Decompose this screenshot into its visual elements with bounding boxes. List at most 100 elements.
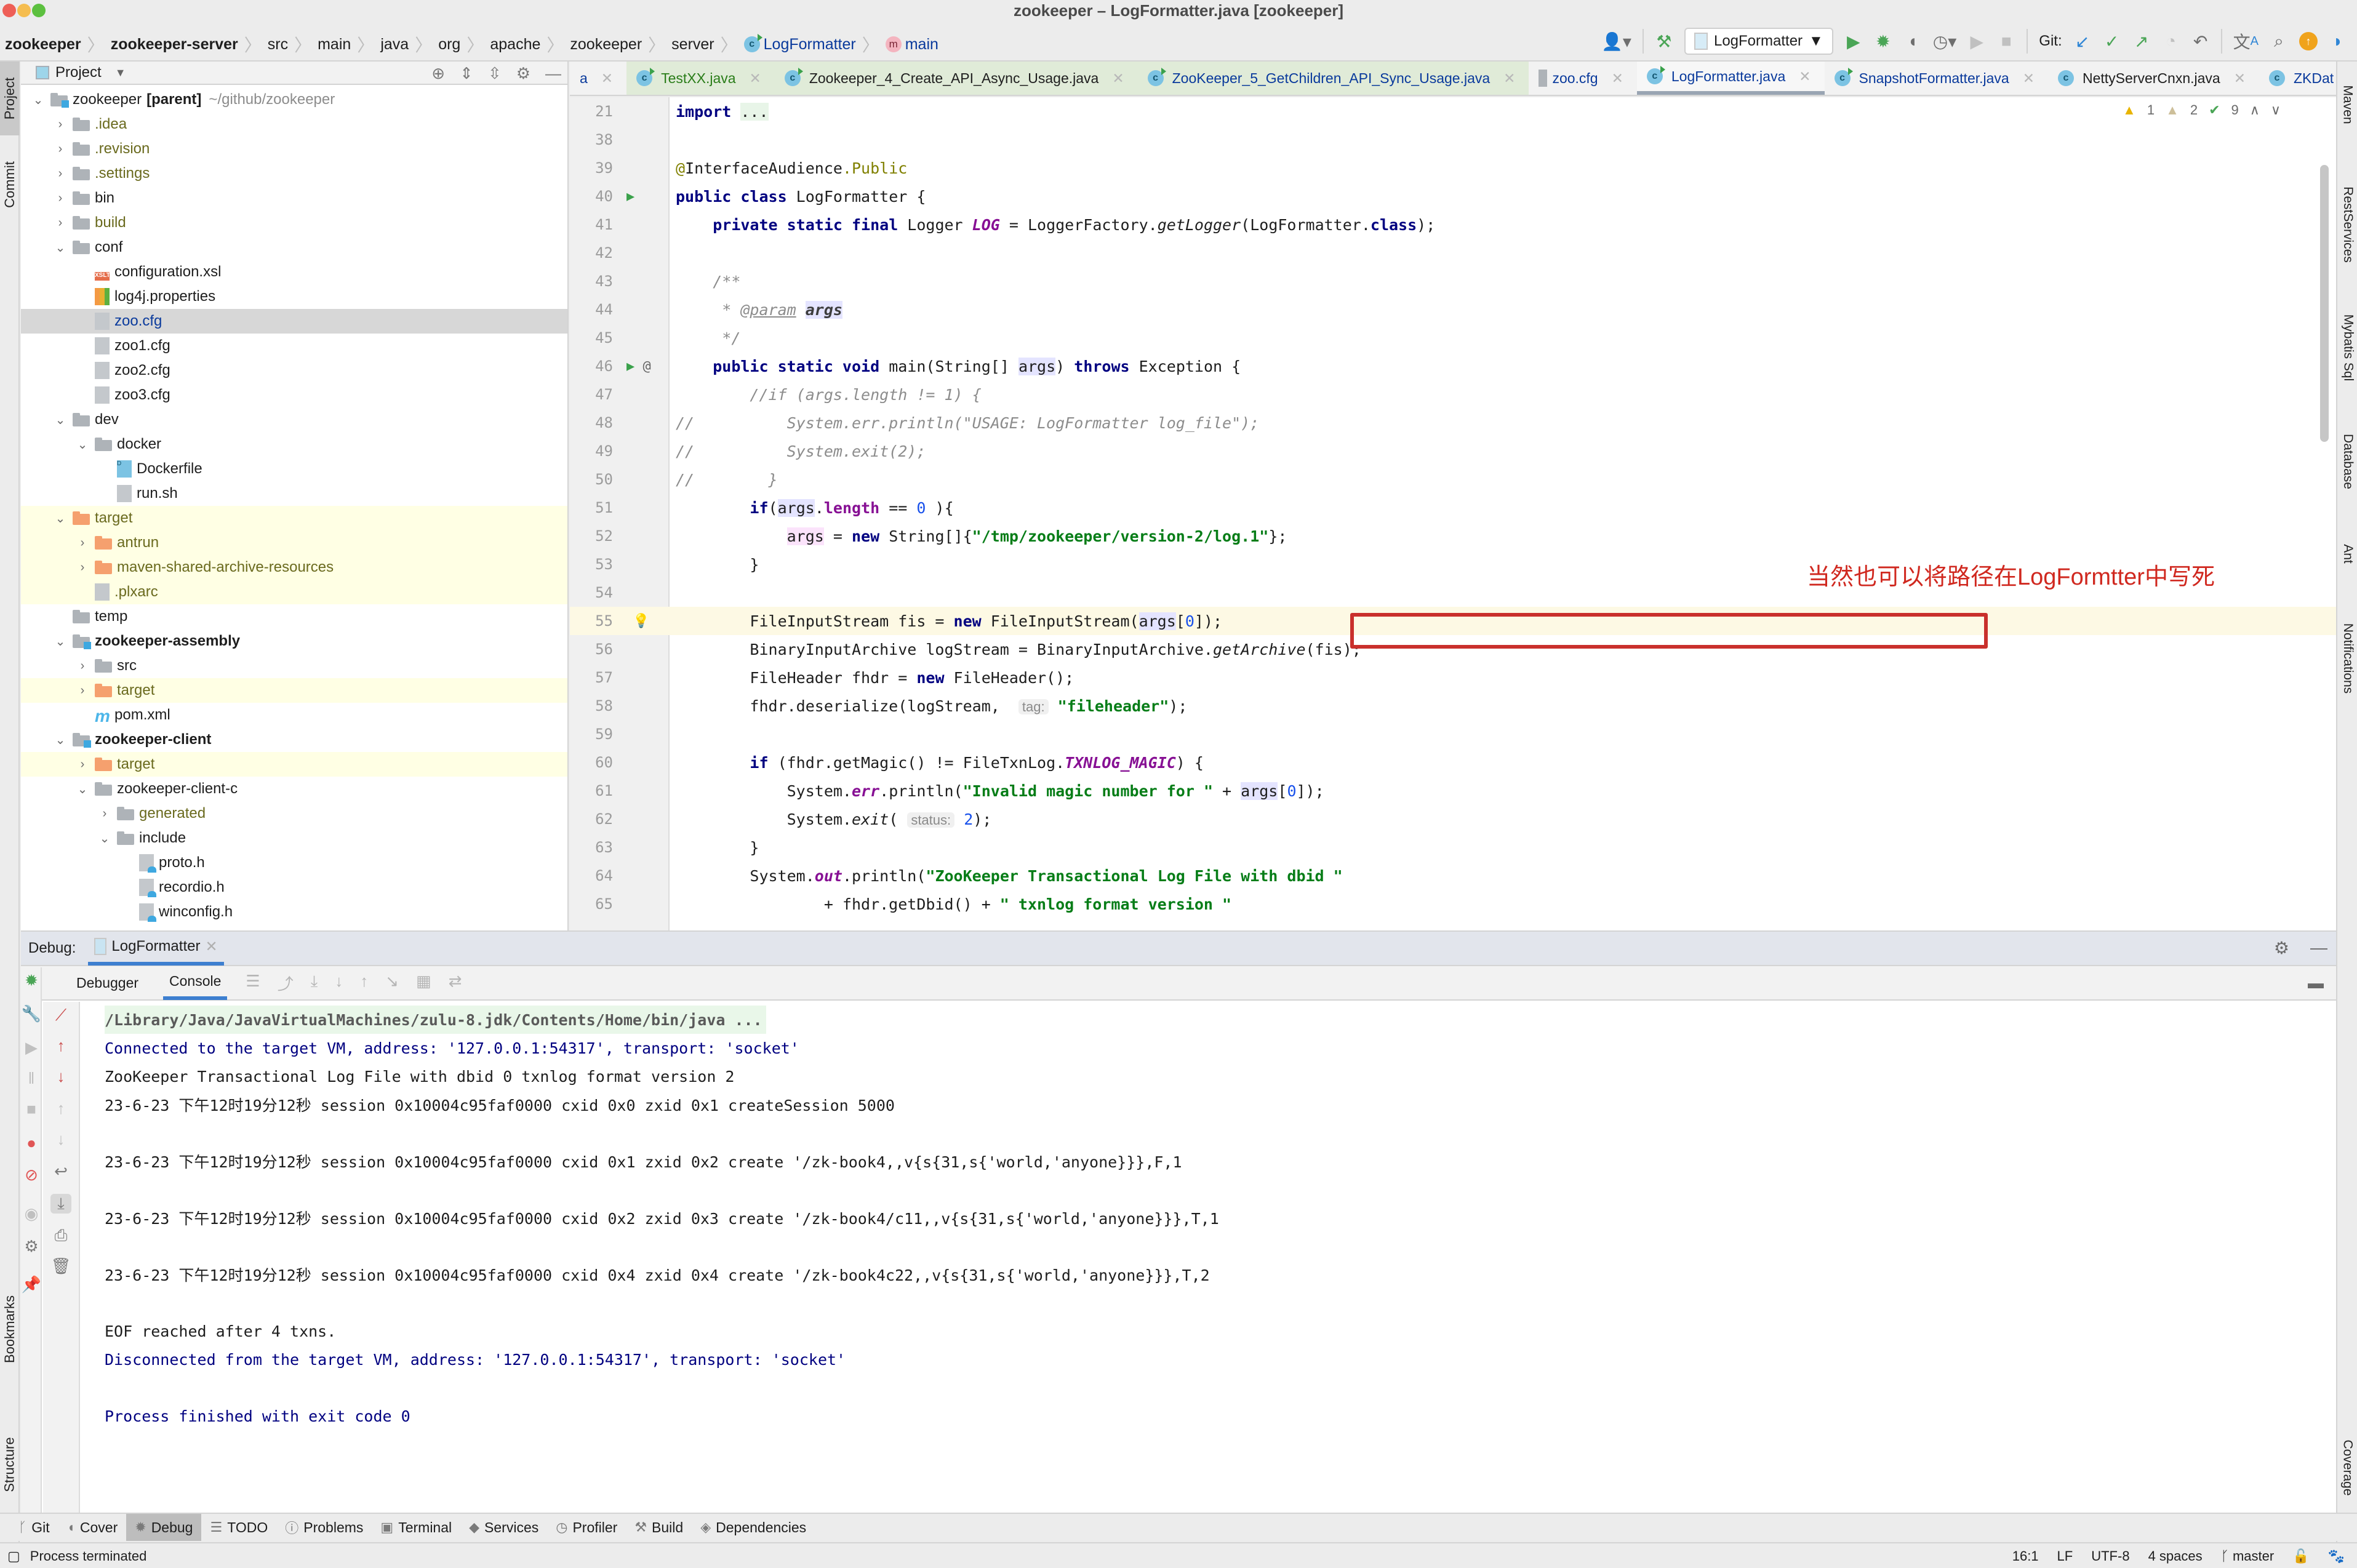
chevron-down-icon[interactable]: ⌄ <box>53 240 68 255</box>
hide-panel-icon[interactable]: — <box>545 64 561 83</box>
line-number[interactable]: 49 <box>570 442 613 460</box>
editor-tab[interactable]: a ✕ <box>570 62 626 95</box>
tool-tab-ant[interactable]: Ant <box>2337 529 2357 578</box>
rollback-icon[interactable]: ↶ <box>2191 29 2210 54</box>
tree-item[interactable]: › target <box>21 752 567 777</box>
lock-icon[interactable]: 🔓 <box>2292 1548 2309 1564</box>
translate-icon[interactable]: 文A <box>2233 29 2259 54</box>
trace-icon[interactable]: ⇄ <box>449 972 462 994</box>
caret-position[interactable]: 16:1 <box>2012 1548 2039 1564</box>
git-commit-icon[interactable]: ✓ <box>2103 29 2121 54</box>
close-icon[interactable]: ✕ <box>2234 70 2246 87</box>
expand-all-icon[interactable]: ⇕ <box>460 64 473 83</box>
tree-item[interactable]: run.sh <box>21 481 567 506</box>
tree-item[interactable]: › .settings <box>21 161 567 186</box>
close-icon[interactable]: ✕ <box>1112 70 1124 87</box>
close-icon[interactable]: ✕ <box>205 938 217 956</box>
pause-icon[interactable]: ‖ <box>21 1069 42 1088</box>
inspection-widget[interactable]: ▲ 1 ▲ 2 ✔ 9 ∧ ∨ <box>2123 102 2281 118</box>
chevron-down-icon[interactable]: ⌄ <box>75 782 90 797</box>
code-line[interactable]: 64 System.out.println("ZooKeeper Transac… <box>570 862 2336 890</box>
bottom-tab-todo[interactable]: ☰ TODO <box>201 1514 276 1541</box>
tree-item[interactable]: ⌄ include <box>21 826 567 850</box>
breadcrumb-item[interactable]: zookeeper <box>570 36 642 54</box>
step-out-icon[interactable]: ↑ <box>360 972 368 994</box>
line-number[interactable]: 21 <box>570 103 613 120</box>
tree-item[interactable]: zoo.cfg <box>21 309 567 334</box>
file-encoding[interactable]: UTF-8 <box>2091 1548 2129 1564</box>
git-branch[interactable]: ᚴ master <box>2221 1548 2275 1564</box>
line-number[interactable]: 52 <box>570 527 613 545</box>
editor-tab[interactable]: cZKDat∨ <box>2259 62 2336 95</box>
editor-tab[interactable]: zoo.cfg ✕ <box>1529 62 1636 95</box>
line-number[interactable]: 38 <box>570 131 613 148</box>
resume-icon[interactable]: ▶ <box>1967 29 1986 54</box>
chevron-down-icon[interactable]: ⌄ <box>31 92 46 108</box>
tree-item[interactable]: D Dockerfile <box>21 457 567 481</box>
bottom-tab-debug[interactable]: ✹ Debug <box>126 1514 202 1541</box>
chevron-down-icon[interactable]: ▼ <box>115 66 126 79</box>
up-arrow-icon[interactable]: ↑ <box>50 1099 71 1118</box>
evaluate-expression-icon[interactable]: ▦ <box>416 972 431 994</box>
search-icon[interactable]: ⌕ <box>2270 29 2288 54</box>
wrench-icon[interactable]: 🔧 <box>21 1004 42 1023</box>
tree-item[interactable]: ⌄ zookeeper [parent] ~/github/zookeeper <box>21 87 567 112</box>
line-number[interactable]: 59 <box>570 726 613 743</box>
code-line[interactable]: 51 if(args.length == 0 ){ <box>570 494 2336 522</box>
up-arrow-icon[interactable]: ↑ <box>50 1036 71 1055</box>
code-line[interactable]: 63 } <box>570 833 2336 862</box>
line-number[interactable]: 53 <box>570 556 613 573</box>
line-number[interactable]: 54 <box>570 584 613 601</box>
tool-tab-project[interactable]: Project <box>0 62 20 135</box>
tree-item[interactable]: .plxarc <box>21 580 567 604</box>
run-to-cursor-icon[interactable]: ↘ <box>385 972 399 994</box>
tree-item[interactable]: ⌄ zookeeper-assembly <box>21 629 567 654</box>
code-line[interactable]: 61 System.err.println("Invalid magic num… <box>570 777 2336 805</box>
line-number[interactable]: 65 <box>570 895 613 913</box>
code-line[interactable]: 52 args = new String[]{"/tmp/zookeeper/v… <box>570 522 2336 550</box>
line-number[interactable]: 43 <box>570 273 613 290</box>
close-icon[interactable]: ✕ <box>1799 68 1811 85</box>
tree-item[interactable]: temp <box>21 604 567 629</box>
chevron-right-icon[interactable]: › <box>97 807 112 821</box>
build-hammer-icon[interactable]: ⚒ <box>1655 29 1673 54</box>
step-over-icon[interactable]: ⤓ <box>311 972 318 994</box>
tree-item[interactable]: recordio.h <box>21 875 567 900</box>
line-separator[interactable]: LF <box>2057 1548 2073 1564</box>
git-update-icon[interactable]: ↙ <box>2073 29 2092 54</box>
line-number[interactable]: 39 <box>570 159 613 177</box>
tree-item[interactable]: ⌄ target <box>21 506 567 530</box>
tool-tab-mybatis-sql[interactable]: Mybatis Sql <box>2337 295 2357 400</box>
line-number[interactable]: 48 <box>570 414 613 431</box>
project-view-select[interactable]: Project <box>55 64 102 81</box>
tree-item[interactable]: ⌄ zookeeper-client-c <box>21 777 567 801</box>
code-line[interactable]: 62 System.exit( status: 2); <box>570 805 2336 833</box>
editor-tab[interactable]: c Zookeeper_4_Create_API_Async_Usage.java… <box>774 62 1138 95</box>
run-configuration-select[interactable]: LogFormatter ▼ <box>1684 28 1833 55</box>
run-icon[interactable]: ▶ <box>1844 29 1863 54</box>
line-number[interactable]: 57 <box>570 669 613 686</box>
tree-item[interactable]: › src <box>21 654 567 678</box>
line-number[interactable]: 51 <box>570 499 613 516</box>
tree-item[interactable]: ⌄ zookeeper-client <box>21 727 567 752</box>
view-breakpoints-icon[interactable]: ● <box>21 1134 42 1153</box>
scroll-to-end-icon[interactable]: ⤓ <box>50 1194 71 1214</box>
code-line[interactable]: 49 // System.exit(2); <box>570 437 2336 465</box>
code-line[interactable]: 41 private static final Logger LOG = Log… <box>570 210 2336 239</box>
stop-icon[interactable]: ■ <box>21 1100 42 1119</box>
code-line[interactable]: 46 ▶ @ public static void main(String[] a… <box>570 352 2336 380</box>
lightbulb-icon[interactable]: 💡 <box>633 614 649 629</box>
chevron-down-icon[interactable]: ⌄ <box>53 732 68 748</box>
chevron-right-icon[interactable]: › <box>75 659 90 673</box>
code-line[interactable]: 42 <box>570 239 2336 267</box>
editor-tab[interactable]: c LogFormatter.java ✕ <box>1636 62 1825 95</box>
tree-item[interactable]: › target <box>21 678 567 703</box>
tool-tab-bookmarks[interactable]: Bookmarks <box>0 1280 20 1378</box>
line-number[interactable]: 61 <box>570 782 613 799</box>
line-number[interactable]: 41 <box>570 216 613 233</box>
code-line[interactable]: 60 if (fhdr.getMagic() != FileTxnLog.TXN… <box>570 748 2336 777</box>
update-icon[interactable]: ↑ <box>2299 32 2318 50</box>
step-into-icon[interactable]: ↓ <box>335 972 343 994</box>
indent-setting[interactable]: 4 spaces <box>2148 1548 2203 1564</box>
tree-item[interactable]: zoo3.cfg <box>21 383 567 407</box>
